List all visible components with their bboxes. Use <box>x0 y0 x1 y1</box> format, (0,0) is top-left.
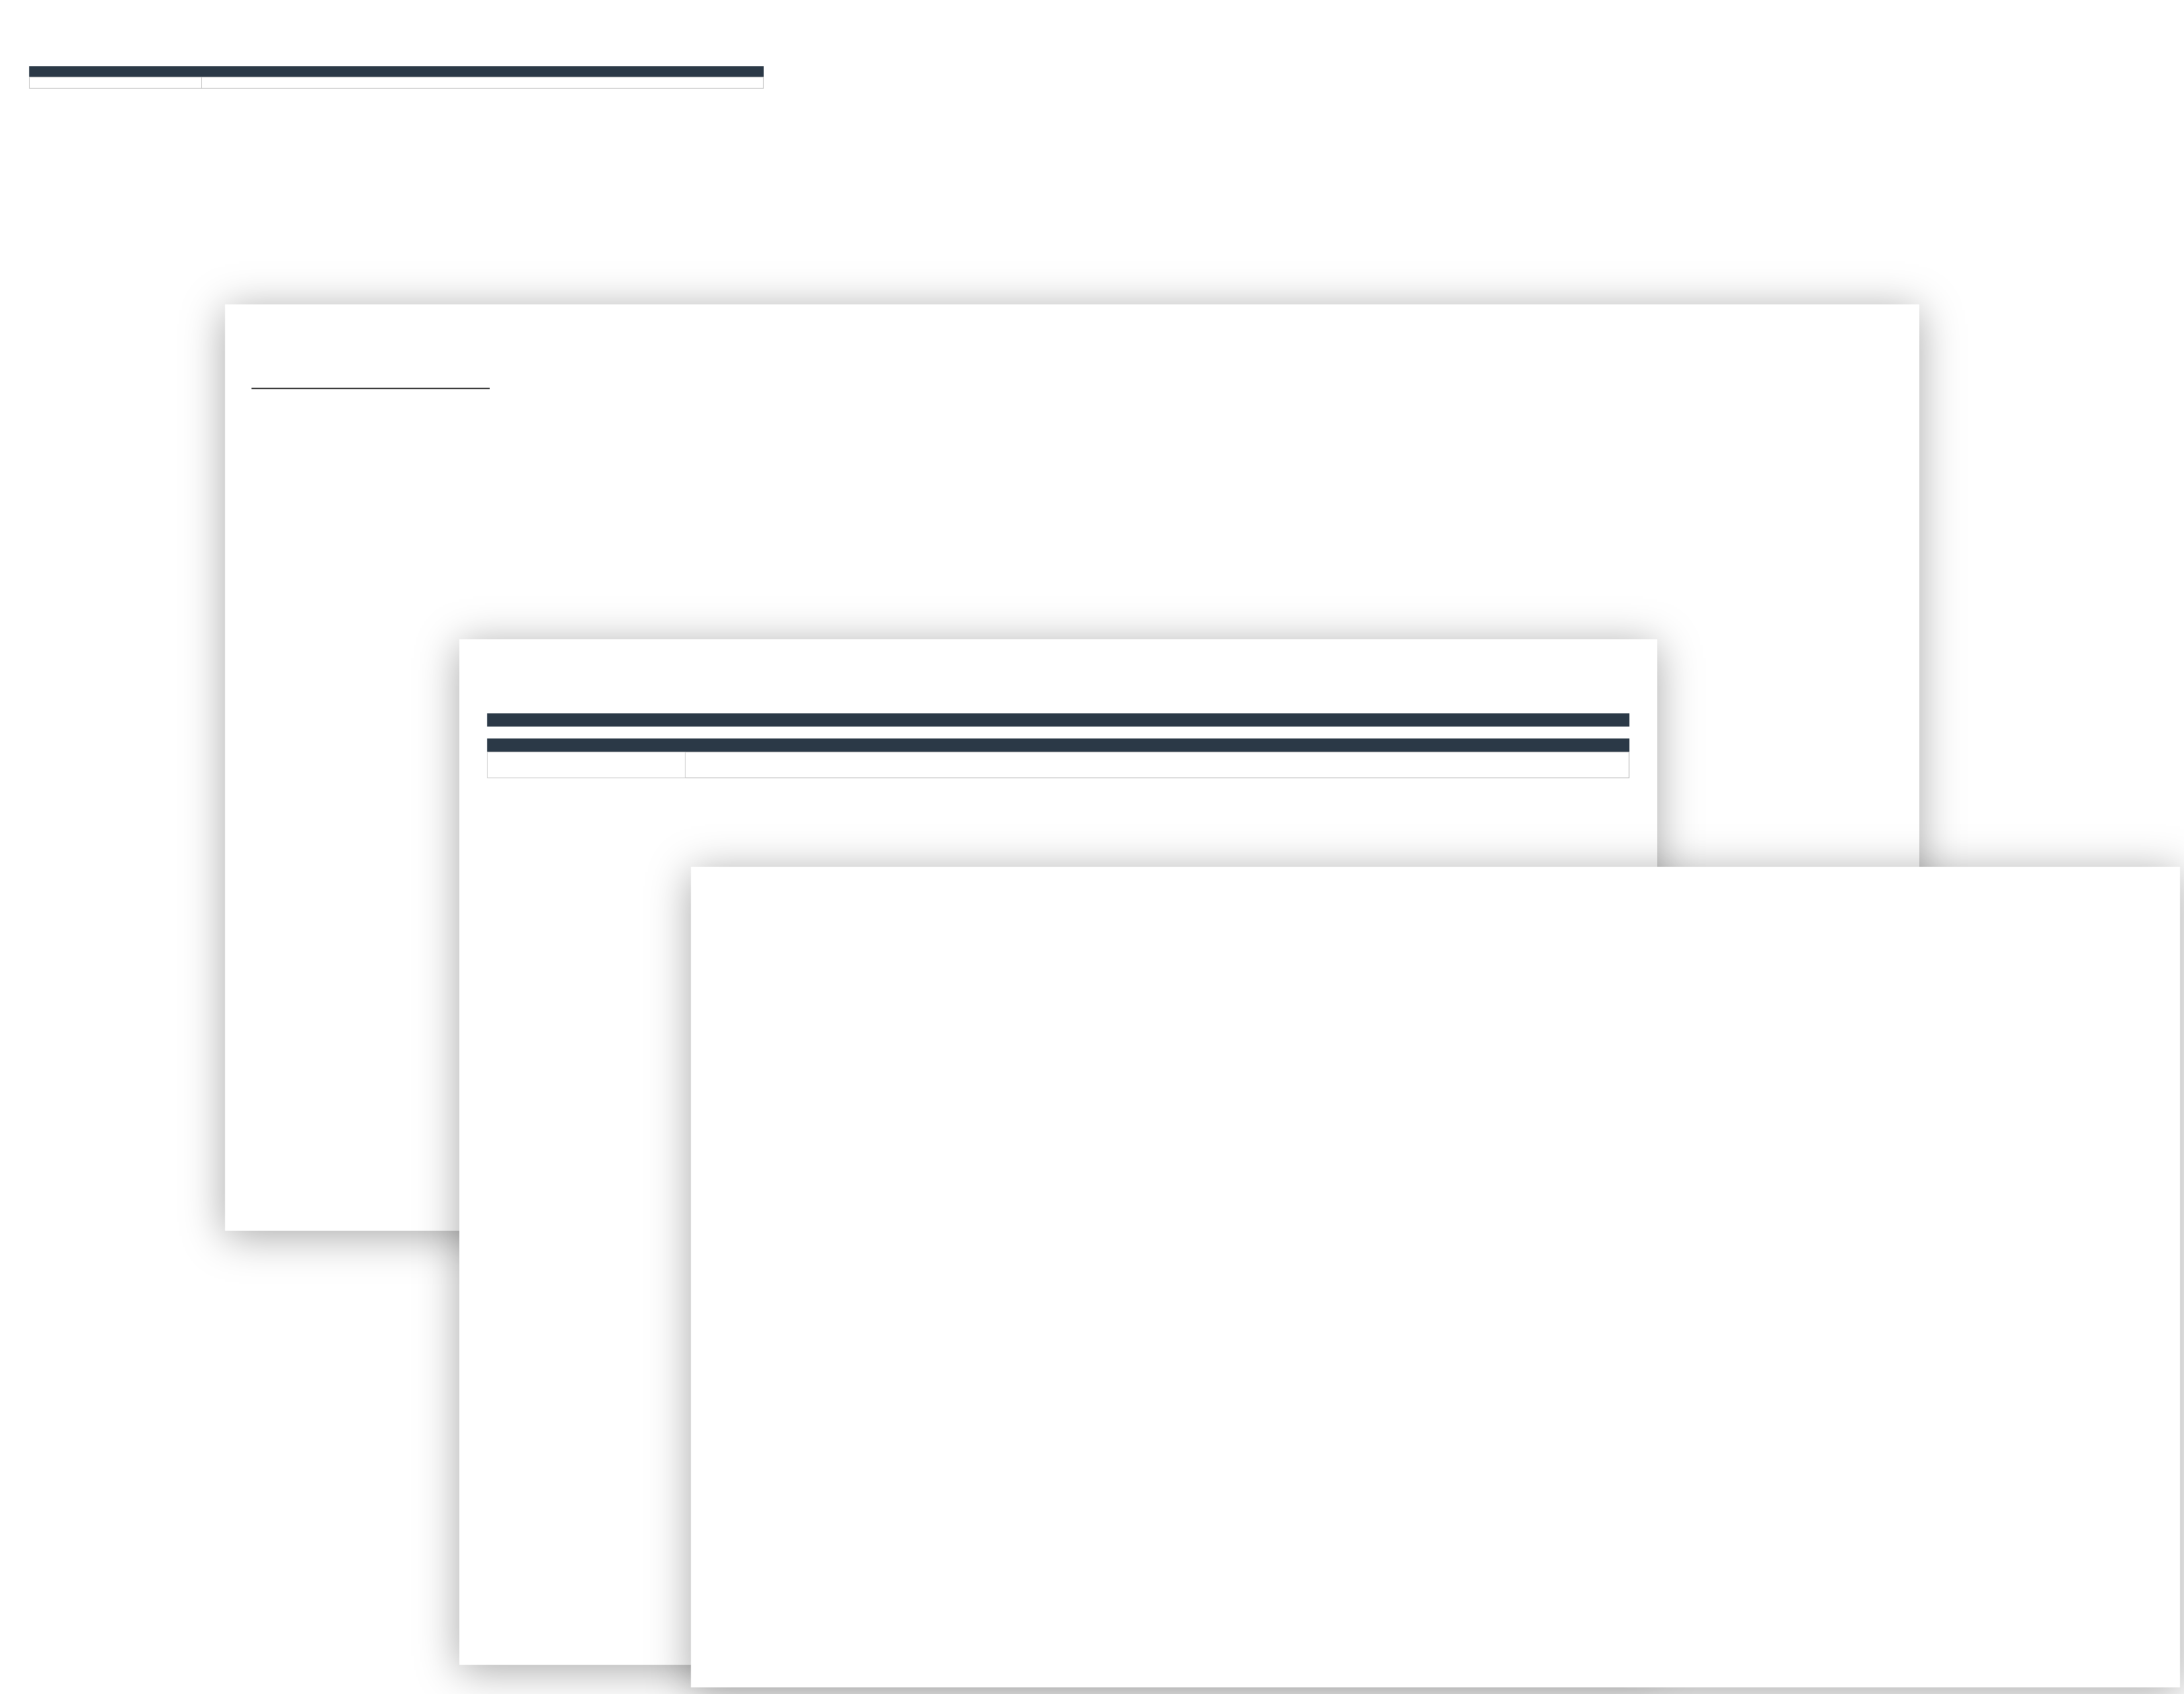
stock-tracking-title <box>251 331 1893 364</box>
total-inventory-value-block <box>29 66 2184 89</box>
page-title <box>29 33 2184 66</box>
stock-item-title <box>487 666 1629 699</box>
employee-info-header <box>487 738 1629 752</box>
stock-vendor-list-sheet <box>691 867 2180 1687</box>
tiv-label <box>29 66 764 77</box>
vendor-list-title <box>719 893 2152 926</box>
tiv-value <box>30 77 202 88</box>
tiv-note <box>202 77 220 88</box>
date-input-line[interactable] <box>251 371 490 389</box>
item-info-header <box>487 713 1629 727</box>
